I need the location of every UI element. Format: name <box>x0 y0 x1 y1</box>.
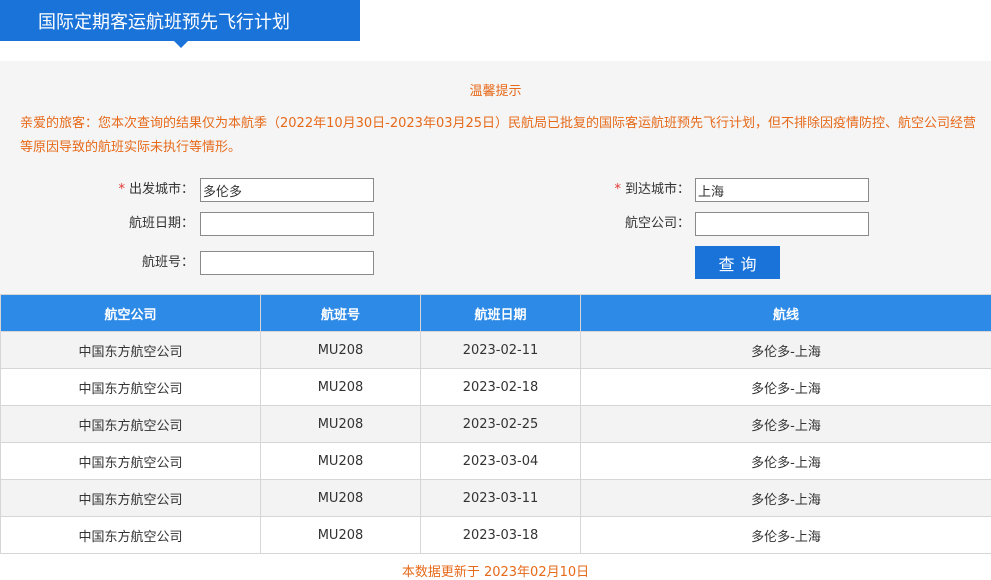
data-update-note: 本数据更新于 2023年02月10日 <box>401 565 590 580</box>
cell-date: 2023-02-18 <box>420 368 581 406</box>
cell-flight-no: MU208 <box>260 331 421 369</box>
notice-text: 亲爱的旅客：您本次查询的结果仅为本航季（2022年10月30日-2023年03月… <box>20 116 977 155</box>
cell-date: 2023-02-25 <box>420 405 581 443</box>
results-table: 航空公司 航班号 航班日期 航线 中国东方航空公司 MU208 2023-02-… <box>0 294 991 554</box>
cell-route: 多伦多-上海 <box>580 442 991 480</box>
airline-input[interactable] <box>695 212 869 236</box>
column-header-route: 航线 <box>580 294 991 332</box>
arrival-label-wrap: * 到达城市： <box>596 178 690 202</box>
cell-airline: 中国东方航空公司 <box>0 479 261 517</box>
cell-date: 2023-02-11 <box>420 331 581 369</box>
departure-label-wrap: * 出发城市： <box>100 178 194 202</box>
cell-route: 多伦多-上海 <box>580 516 991 554</box>
query-button[interactable]: 查询 <box>695 246 780 279</box>
airline-label: 航空公司： <box>624 216 690 231</box>
cell-flight-no: MU208 <box>260 368 421 406</box>
query-panel: 温馨提示 亲爱的旅客：您本次查询的结果仅为本航季（2022年10月30日-202… <box>0 61 991 294</box>
cell-airline: 中国东方航空公司 <box>0 331 261 369</box>
cell-airline: 中国东方航空公司 <box>0 405 261 443</box>
required-mark: * <box>614 182 621 197</box>
flight-no-input[interactable] <box>200 251 374 275</box>
cell-airline: 中国东方航空公司 <box>0 368 261 406</box>
cell-date: 2023-03-04 <box>420 442 581 480</box>
table-row: 中国东方航空公司 MU208 2023-02-11 多伦多-上海 <box>0 331 991 369</box>
date-label: 航班日期： <box>128 216 194 231</box>
column-header-airline: 航空公司 <box>0 294 261 332</box>
table-row: 中国东方航空公司 MU208 2023-03-18 多伦多-上海 <box>0 516 991 554</box>
cell-route: 多伦多-上海 <box>580 331 991 369</box>
cell-flight-no: MU208 <box>260 442 421 480</box>
page-title-bar: 国际定期客运航班预先飞行计划 <box>0 0 360 48</box>
cell-date: 2023-03-18 <box>420 516 581 554</box>
departure-label: 出发城市： <box>128 182 194 197</box>
cell-route: 多伦多-上海 <box>580 405 991 443</box>
flight-date-input[interactable] <box>200 212 374 236</box>
table-row: 中国东方航空公司 MU208 2023-03-11 多伦多-上海 <box>0 479 991 517</box>
table-header-row: 航空公司 航班号 航班日期 航线 <box>0 294 991 332</box>
arrival-label: 到达城市： <box>624 182 690 197</box>
table-row: 中国东方航空公司 MU208 2023-02-25 多伦多-上海 <box>0 405 991 443</box>
cell-flight-no: MU208 <box>260 516 421 554</box>
table-row: 中国东方航空公司 MU208 2023-02-18 多伦多-上海 <box>0 368 991 406</box>
page-title: 国际定期客运航班预先飞行计划 <box>38 11 290 33</box>
notice-title: 温馨提示 <box>469 84 522 99</box>
flight-no-label: 航班号： <box>141 255 194 270</box>
cell-airline: 中国东方航空公司 <box>0 516 261 554</box>
departure-city-input[interactable] <box>200 178 374 202</box>
arrival-city-input[interactable] <box>695 178 869 202</box>
cell-date: 2023-03-11 <box>420 479 581 517</box>
required-mark: * <box>118 182 125 197</box>
column-header-date: 航班日期 <box>420 294 581 332</box>
cell-route: 多伦多-上海 <box>580 479 991 517</box>
table-row: 中国东方航空公司 MU208 2023-03-04 多伦多-上海 <box>0 442 991 480</box>
column-header-flight-no: 航班号 <box>260 294 421 332</box>
cell-flight-no: MU208 <box>260 405 421 443</box>
cell-flight-no: MU208 <box>260 479 421 517</box>
cell-airline: 中国东方航空公司 <box>0 442 261 480</box>
cell-route: 多伦多-上海 <box>580 368 991 406</box>
